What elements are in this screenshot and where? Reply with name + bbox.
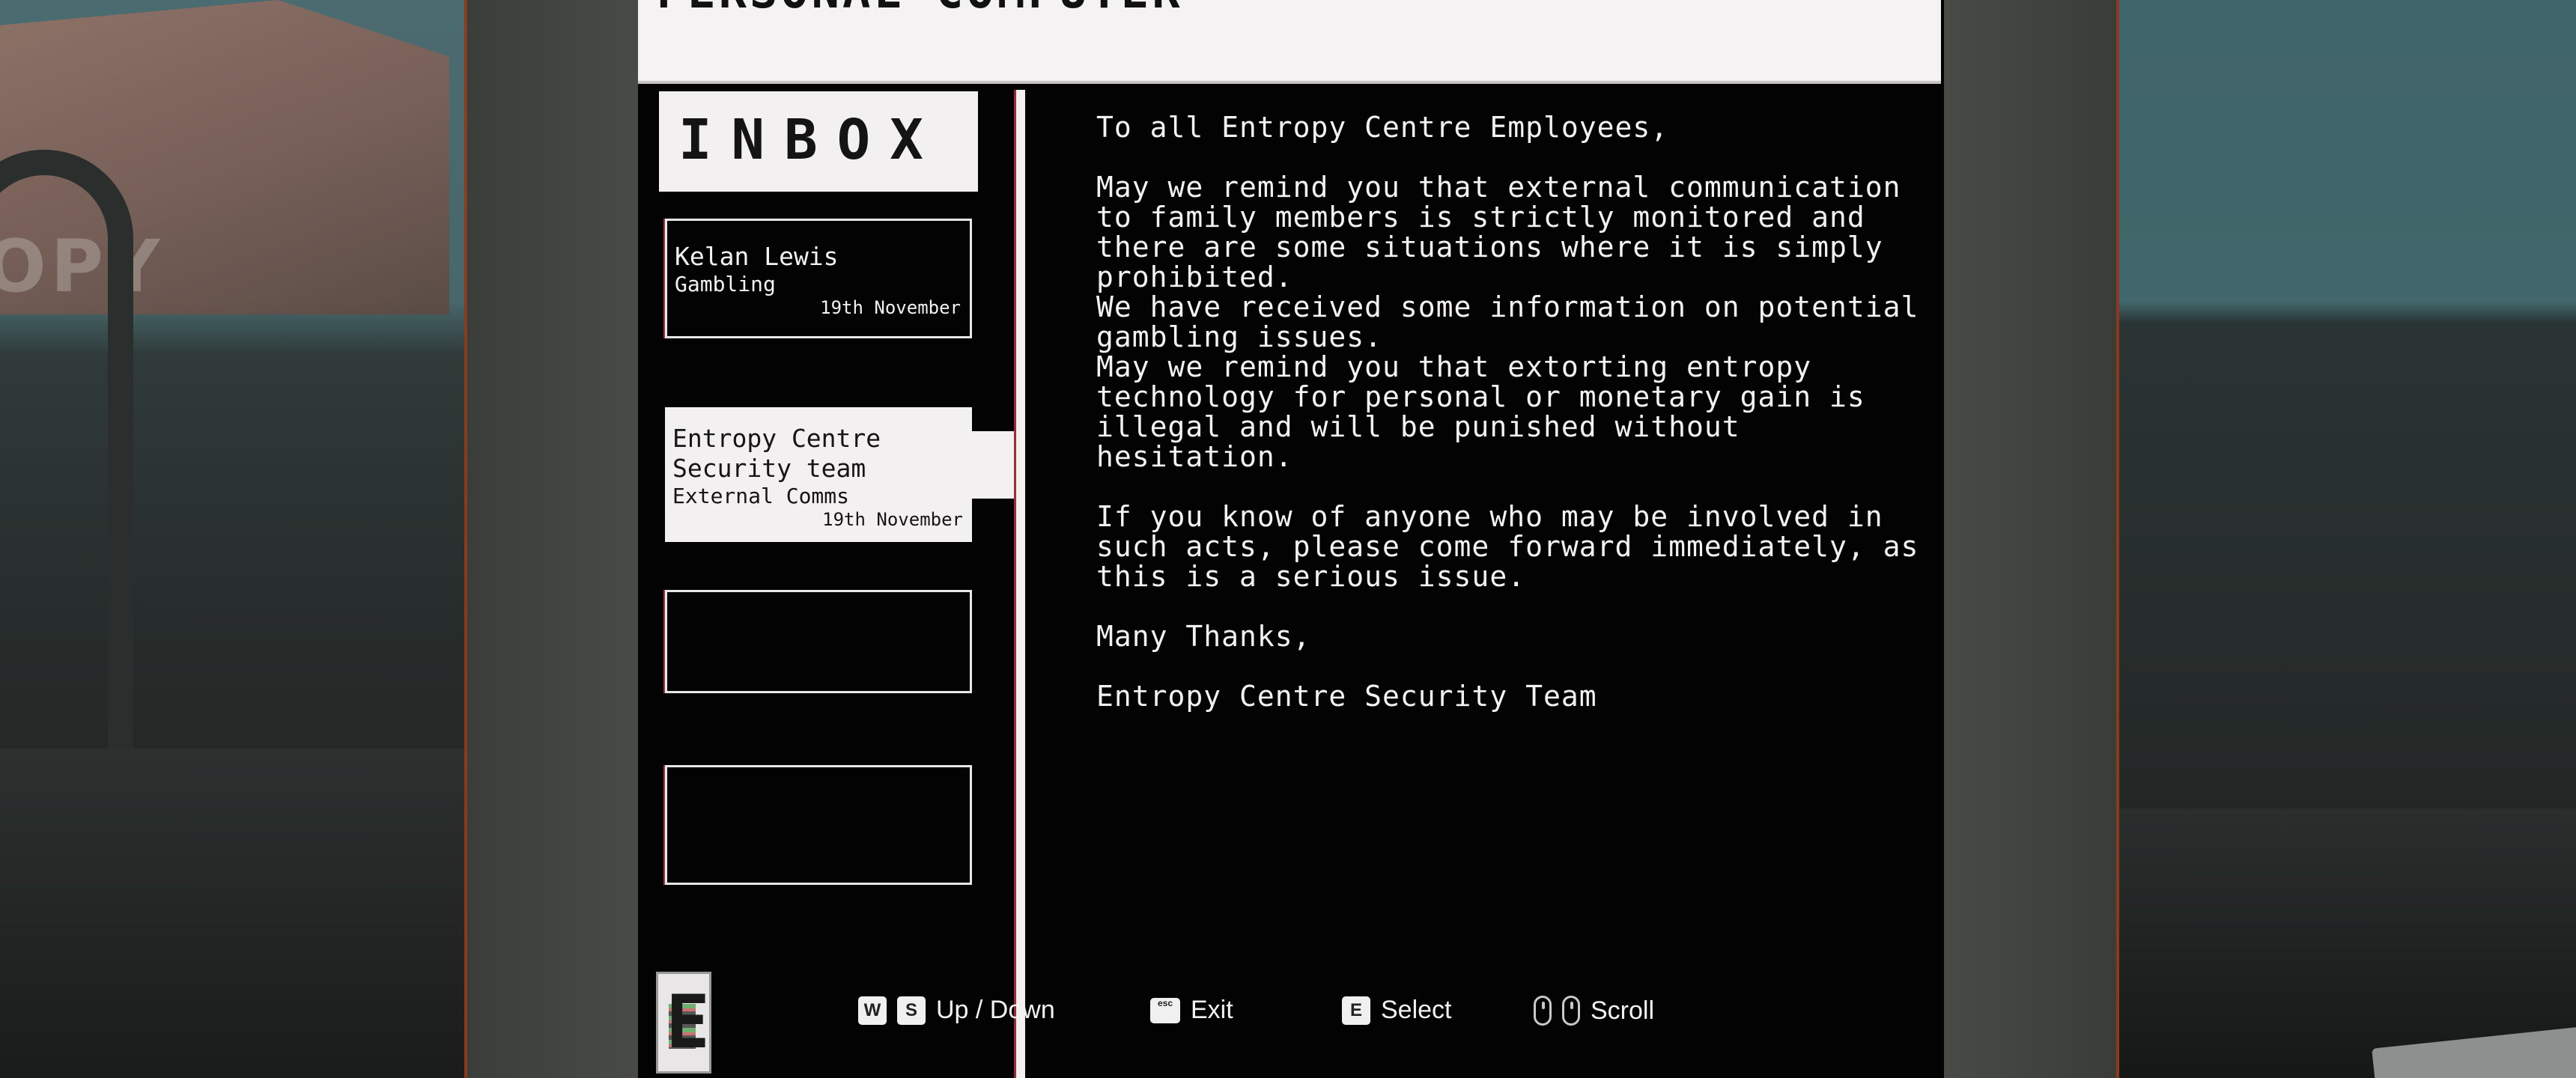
pane-divider [1016,90,1025,1078]
background-left: OPY [0,0,464,1078]
message-signature: Entropy Centre Security Team [1096,680,1597,713]
message-date: 19th November [820,297,961,318]
hint-label: Up / Down [936,996,1055,1024]
inbox-heading-label: INBOX [678,108,943,172]
message-subject: External Comms [672,484,850,508]
message-greeting: To all Entropy Centre Employees, [1096,111,1669,144]
e-key-icon: E [1342,996,1370,1025]
message-subject: Gambling [675,272,776,296]
computer-screen: PERSONAL COMPUTER INBOX Kelan Lewis Gamb… [638,0,1944,1078]
s-key-icon: S [897,996,926,1025]
hint-label: Select [1381,996,1452,1024]
selection-indicator [972,431,1018,499]
message-paragraph: May we remind you that extorting entropy… [1096,350,1865,473]
inbox-empty-slot[interactable] [665,765,972,885]
inbox-empty-slot[interactable] [665,590,972,693]
inbox-message-security-team[interactable]: Entropy Centre Security team External Co… [665,407,972,542]
message-paragraph: If you know of anyone who may be involve… [1096,500,1919,593]
control-hints: W S Up / Down esc Exit E Select Scroll [0,996,2576,1041]
inbox-message-kelan-lewis[interactable]: Kelan Lewis Gambling 19th November [665,219,972,338]
hint-label: Scroll [1591,996,1655,1025]
hint-scroll: Scroll [1534,996,1654,1026]
hint-label: Exit [1191,996,1233,1024]
inbox-heading: INBOX [659,91,978,192]
message-paragraph: May we remind you that external communic… [1096,171,1901,293]
hint-exit: esc Exit [1150,996,1233,1025]
message-paragraph: We have received some information on pot… [1096,290,1919,353]
w-key-icon: W [858,996,887,1025]
message-sender: Entropy Centre Security team [672,424,881,483]
background-right [2119,0,2576,1078]
mouse-wheel-icon [1562,996,1580,1026]
pipe-structure [0,150,133,849]
window-title: PERSONAL COMPUTER [657,0,1183,19]
message-date: 19th November [822,509,963,530]
hint-select: E Select [1342,996,1452,1025]
mouse-icon [1534,996,1552,1026]
title-bar: PERSONAL COMPUTER [638,0,1941,84]
hint-up-down: W S Up / Down [858,996,1055,1025]
message-sender: Kelan Lewis [675,242,839,271]
message-body: To all Entropy Centre Employees, May we … [1096,112,1935,711]
message-closing: Many Thanks, [1096,620,1311,653]
esc-key-icon: esc [1150,997,1180,1023]
